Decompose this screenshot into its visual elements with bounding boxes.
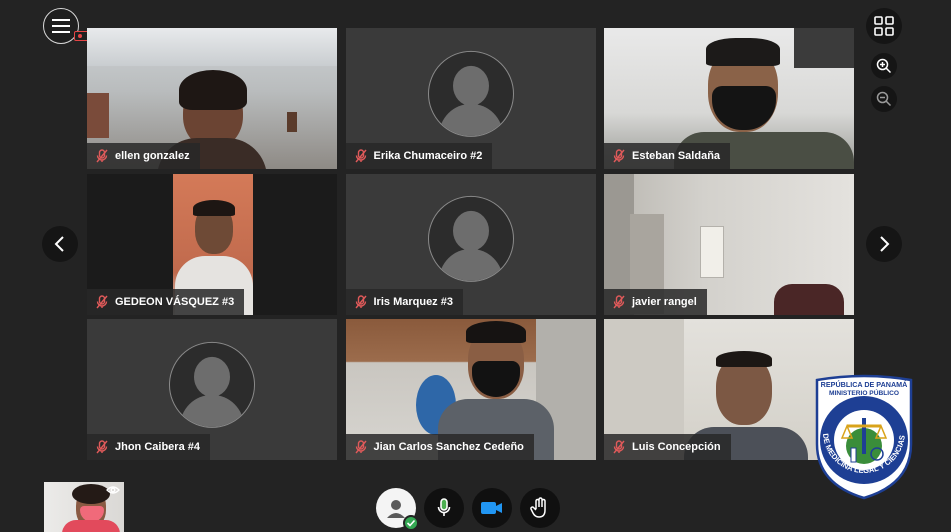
hamburger-icon <box>52 19 70 33</box>
participant-name-tag: Jian Carlos Sanchez Cedeño <box>345 434 534 460</box>
participant-name: Iris Marquez #3 <box>373 295 453 308</box>
previous-page-button[interactable] <box>42 226 78 262</box>
mic-off-icon <box>354 294 367 308</box>
participant-name: ellen gonzalez <box>115 150 190 162</box>
mic-off-icon <box>613 440 625 454</box>
mic-off-icon <box>96 440 108 454</box>
self-view-video[interactable] <box>44 482 124 532</box>
meeting-controls <box>376 488 560 531</box>
participant-name: GEDEON VÁSQUEZ #3 <box>115 295 235 308</box>
participant-tile[interactable]: Jian Carlos Sanchez Cedeño <box>345 319 596 460</box>
eye-icon[interactable] <box>106 485 120 495</box>
participant-name-tag: GEDEON VÁSQUEZ #3 <box>87 288 245 315</box>
participant-name: Esteban Saldaña <box>632 150 721 162</box>
participant-name-tag: Erika Chumaceiro #2 <box>345 143 493 169</box>
mic-off-icon <box>354 149 367 163</box>
chevron-left-icon <box>54 236 64 252</box>
zoom-in-icon <box>876 58 892 74</box>
participant-name-tag: ellen gonzalez <box>87 143 200 169</box>
mic-off-icon <box>96 294 108 308</box>
participant-tile[interactable]: javier rangel <box>604 173 854 315</box>
avatar-placeholder-icon <box>169 341 255 428</box>
zoom-out-icon <box>876 91 892 107</box>
participant-name: Jian Carlos Sanchez Cedeño <box>373 441 524 453</box>
participant-grid: ellen gonzalez Erika Chumaceiro #2 Esteb… <box>87 28 854 460</box>
institute-seal-logo: REPÚBLICA DE PANAMÁ MINISTERIO PÚBLICO I… <box>813 374 913 500</box>
participant-name-tag: javier rangel <box>604 288 707 315</box>
camera-button[interactable] <box>472 488 512 528</box>
microphone-button[interactable] <box>424 488 464 528</box>
participant-name-tag: Iris Marquez #3 <box>345 288 463 315</box>
participant-tile[interactable]: GEDEON VÁSQUEZ #3 <box>87 173 337 315</box>
user-status-button[interactable] <box>376 488 419 531</box>
zoom-in-button[interactable] <box>871 53 897 79</box>
menu-button[interactable] <box>43 8 90 44</box>
mic-off-icon <box>613 294 625 308</box>
user-status-icon <box>387 500 405 518</box>
avatar-placeholder-icon <box>427 50 514 137</box>
participant-name: Luis Concepción <box>632 441 721 453</box>
mic-off-icon <box>96 149 108 163</box>
participant-tile[interactable]: Esteban Saldaña <box>604 28 854 169</box>
participant-tile[interactable]: ellen gonzalez <box>87 28 337 169</box>
seal-line-2: MINISTERIO PÚBLICO <box>829 388 899 397</box>
raise-hand-button[interactable] <box>520 488 560 528</box>
next-page-button[interactable] <box>866 226 902 262</box>
grid-layout-icon <box>874 16 894 36</box>
microphone-icon <box>437 498 451 516</box>
camera-icon <box>481 502 502 514</box>
avatar-placeholder-icon <box>427 195 514 282</box>
mic-off-icon <box>613 149 625 163</box>
participant-tile[interactable]: Erika Chumaceiro #2 <box>345 28 596 169</box>
layout-button[interactable] <box>866 8 902 44</box>
participant-name: javier rangel <box>632 295 697 308</box>
chevron-right-icon <box>880 236 890 252</box>
participant-tile[interactable]: Iris Marquez #3 <box>345 173 596 315</box>
status-check-icon <box>403 515 419 531</box>
zoom-out-button[interactable] <box>871 86 897 112</box>
participant-name-tag: Luis Concepción <box>604 434 731 460</box>
participant-name-tag: Esteban Saldaña <box>604 143 731 169</box>
participant-name-tag: Jhon Caibera #4 <box>87 434 210 460</box>
participant-tile[interactable]: Jhon Caibera #4 <box>87 319 337 460</box>
participant-name: Jhon Caibera #4 <box>115 441 200 453</box>
participant-name: Erika Chumaceiro #2 <box>373 150 483 162</box>
mic-off-icon <box>354 440 367 454</box>
seal-line-1: REPÚBLICA DE PANAMÁ <box>821 380 908 389</box>
raise-hand-icon <box>530 497 546 518</box>
